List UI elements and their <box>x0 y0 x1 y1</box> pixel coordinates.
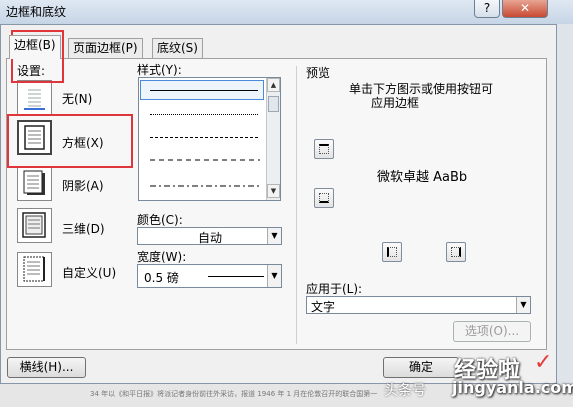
style-line-dashed[interactable] <box>150 158 260 162</box>
color-label: 颜色(C): <box>137 213 183 227</box>
setting-box-label: 方框(X) <box>62 136 104 150</box>
apply-to-select[interactable]: 文字 ▼ <box>306 296 531 314</box>
help-button[interactable]: ? <box>474 0 500 18</box>
setting-shadow-label: 阴影(A) <box>62 179 104 193</box>
color-select[interactable]: 自动 ▼ <box>137 227 282 245</box>
style-line-solid[interactable] <box>150 90 258 91</box>
left-border-button[interactable] <box>382 242 402 262</box>
scroll-thumb[interactable] <box>268 96 279 112</box>
preview-header: 预览 <box>306 66 331 80</box>
preview-instruction-line2: 应用边框 <box>371 96 420 110</box>
setting-box-button[interactable] <box>17 120 52 155</box>
panel-divider <box>296 66 297 344</box>
style-line-dash-dot[interactable] <box>150 184 260 188</box>
color-value: 自动 <box>198 231 223 245</box>
settings-header: 设置: <box>17 64 46 78</box>
options-button[interactable]: 选项(O)... <box>453 321 531 342</box>
bottom-border-button[interactable] <box>314 188 334 208</box>
tab-page-border[interactable]: 页面边框(P) <box>68 38 143 58</box>
width-value: 0.5 磅 <box>144 271 179 285</box>
right-border-icon <box>451 247 461 257</box>
style-scrollbar[interactable]: ▲ ▼ <box>266 78 280 200</box>
setting-custom-button[interactable] <box>17 252 52 287</box>
close-button[interactable]: ✕ <box>502 0 548 18</box>
background-document-edge <box>557 24 573 407</box>
watermark-source: 头条号 <box>384 383 426 399</box>
style-line-dotted[interactable] <box>150 114 258 115</box>
setting-shadow-button[interactable] <box>17 166 52 201</box>
top-border-button[interactable] <box>314 139 334 159</box>
width-line-sample <box>208 276 264 277</box>
preview-sample-text: 微软卓越 AaBb <box>377 170 468 185</box>
box-border-icon <box>24 125 45 150</box>
apply-to-value: 文字 <box>311 300 336 314</box>
3d-border-icon <box>22 212 46 238</box>
chevron-down-icon[interactable]: ▼ <box>267 265 281 287</box>
style-line-dashed-small[interactable] <box>150 137 258 138</box>
watermark-url: jingyanla.com <box>452 378 573 397</box>
setting-none-button[interactable] <box>17 80 52 115</box>
horizontal-line-button[interactable]: 横线(H)... <box>7 357 86 378</box>
background-caption: 34 年以《和平日报》将派记者身份前往外采访，报道 1946 年 1 月在伦敦召… <box>90 390 378 398</box>
bottom-border-icon <box>319 193 329 203</box>
setting-none-label: 无(N) <box>62 92 93 106</box>
tab-borders[interactable]: 边框(B) <box>9 35 61 59</box>
chevron-down-icon[interactable]: ▼ <box>516 297 530 313</box>
custom-border-icon <box>23 256 45 282</box>
tab-shading[interactable]: 底纹(S) <box>152 38 203 58</box>
window-title: 边框和底纹 <box>6 5 67 19</box>
width-label: 宽度(W): <box>137 250 187 264</box>
shadow-border-icon <box>23 170 45 195</box>
setting-3d-button[interactable] <box>17 208 52 243</box>
ok-button[interactable]: 确定 <box>383 357 459 378</box>
scroll-up-icon[interactable]: ▲ <box>267 78 280 92</box>
apply-to-label: 应用于(L): <box>306 282 363 296</box>
setting-3d-label: 三维(D) <box>62 222 105 236</box>
left-border-icon <box>387 247 397 257</box>
setting-custom-label: 自定义(U) <box>62 266 117 280</box>
top-border-icon <box>319 144 329 154</box>
style-header: 样式(Y): <box>137 63 182 77</box>
right-border-button[interactable] <box>446 242 466 262</box>
scroll-down-icon[interactable]: ▼ <box>267 184 280 198</box>
chevron-down-icon[interactable]: ▼ <box>267 228 281 244</box>
none-border-icon <box>24 89 45 110</box>
width-select[interactable]: 0.5 磅 ▼ <box>137 264 282 288</box>
checkmark-icon: ✓ <box>534 350 553 375</box>
